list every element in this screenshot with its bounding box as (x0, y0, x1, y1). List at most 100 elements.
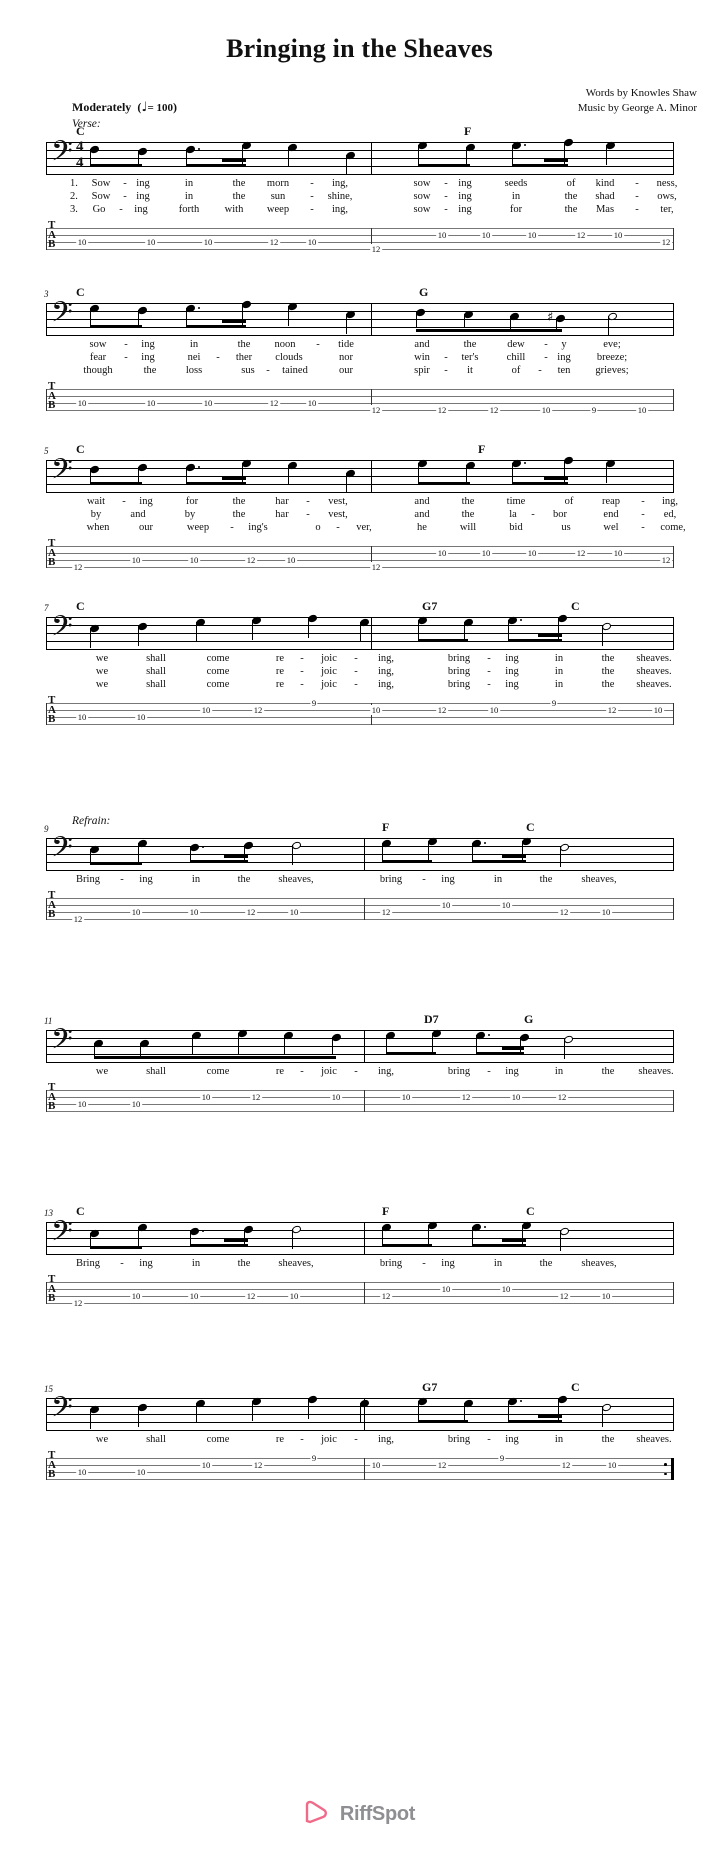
music-system-3: 5 C F 𝄢 wait - ing for the har - vest, and the time of r… (44, 442, 686, 576)
lyric-word: of (511, 365, 521, 376)
music-system-8: 15 G7 C 𝄢 we shall come re - joic - ing, bring - ing in… (44, 1380, 674, 1488)
lyrics-block: we shall come re - joic - ing, bring - ing in the she… (46, 1434, 674, 1458)
tab-fret-number: 12 (560, 1460, 572, 1470)
lyric-word: re (275, 653, 285, 664)
lyric-word: it (467, 365, 473, 376)
tab-fret-number: 12 (460, 1092, 472, 1102)
tab-staff: T A B 12 10 10 12 10 12 10 10 10 12 10 12 (46, 538, 674, 576)
measure-barline (371, 142, 372, 175)
lyric-word: bring (379, 1258, 403, 1269)
tab-staff: T A B 10 10 10 12 9 10 12 10 9 12 10 (46, 695, 674, 733)
lyric-word: 1. (70, 178, 78, 189)
tab-clef-icon: TAB (48, 694, 56, 726)
note-stem (244, 1229, 246, 1247)
lyric-word: re (275, 679, 285, 690)
staff-start-barline (46, 303, 47, 336)
lyric-word: ing (141, 352, 155, 363)
note-stem (472, 843, 474, 863)
tab-fret-number: 12 (370, 244, 382, 254)
tab-fret-number: 10 (202, 237, 214, 247)
note-stem (138, 843, 140, 863)
lyric-word: the (461, 496, 475, 507)
note-beam (418, 164, 470, 168)
lyric-word: ther (235, 352, 253, 363)
lyric-word: we (95, 1434, 109, 1445)
lyric-word: - (316, 339, 320, 350)
tab-fret-number: 10 (440, 900, 452, 910)
tab-fret-number: 10 (130, 555, 142, 565)
tab-clef-icon: TAB (48, 1449, 56, 1481)
lyric-word: for (185, 496, 199, 507)
lyrics-block: we shall come re - joic - ing, bring - ing in the she… (46, 653, 674, 703)
lyric-word: - (310, 204, 314, 215)
lyric-word: ing (139, 496, 153, 507)
credit-music: Music by George A. Minor (577, 102, 697, 114)
note-stem (186, 308, 188, 328)
lyric-word: joic (321, 666, 337, 677)
tab-staff: T A B 10 10 10 12 10 12 12 12 10 9 10 (46, 381, 674, 419)
lyric-word: for (509, 204, 523, 215)
staff-end-barline (673, 460, 674, 493)
lyric-word: come (206, 679, 230, 690)
staff-start-barline (46, 460, 47, 493)
chord-symbol: C (526, 1204, 535, 1218)
lyric-word: we (95, 666, 109, 677)
tab-fret-number: 10 (288, 1291, 300, 1301)
tab-end-barline (673, 389, 674, 411)
lyric-word: - (544, 352, 548, 363)
lyric-word: we (95, 679, 109, 690)
tab-start-barline (46, 546, 47, 568)
note-stem (382, 1227, 384, 1247)
lyric-word: - (216, 352, 220, 363)
lyric-word: ed, (663, 509, 677, 520)
lyric-word: come (206, 1434, 230, 1445)
note-stem (564, 460, 566, 485)
augmentation-dot (520, 1400, 523, 1403)
note-stem (90, 469, 92, 485)
tab-fret-number: 10 (480, 548, 492, 558)
tab-fret-number: 12 (380, 907, 392, 917)
chord-symbol: G (419, 285, 429, 299)
note-stem (466, 465, 468, 485)
tab-fret-number: 9 (310, 1453, 318, 1463)
lyric-word: in (554, 666, 564, 677)
tab-start-barline (46, 898, 47, 920)
lyric-word: the (463, 339, 477, 350)
lyric-word: - (306, 509, 310, 520)
lyric-word: - (531, 509, 535, 520)
staff-end-barline (673, 1030, 674, 1063)
lyric-word: the (232, 191, 246, 202)
lyric-word: ter, (660, 204, 674, 215)
lyric-word: he (417, 522, 427, 533)
tab-clef-icon: TAB (48, 219, 56, 251)
credits: Words by Knowles Shaw Music by George A.… (578, 86, 697, 116)
measure-number: 3 (44, 289, 49, 299)
lyric-word: the (232, 178, 246, 189)
lyric-word: the (237, 1258, 251, 1269)
bass-clef-icon: 𝄢 (51, 1391, 73, 1431)
lyric-word: wel (603, 522, 619, 533)
tab-fret-number: 10 (76, 398, 88, 408)
lyric-word: - (123, 178, 127, 189)
staff-end-barline (673, 142, 674, 175)
note-stem (520, 1037, 522, 1055)
note-stem (190, 847, 192, 863)
tab-fret-number: 10 (440, 1284, 452, 1294)
lyric-word: shall (146, 666, 166, 677)
lyric-word: sheaves, (581, 1258, 617, 1269)
tab-fret-number: 10 (188, 907, 200, 917)
note-stem (464, 622, 466, 642)
tab-fret-number: 10 (500, 1284, 512, 1294)
note-beam (382, 1244, 432, 1248)
lyric-word: with (224, 204, 244, 215)
lyric-word: har (275, 509, 289, 520)
tab-start-barline (46, 1090, 47, 1112)
chord-symbol: C (526, 820, 535, 834)
lyric-word: come, (660, 522, 686, 533)
bass-clef-icon: 𝄢 (51, 1023, 73, 1063)
tab-fret-number: 12 (488, 405, 500, 415)
lyric-word: tide (338, 339, 354, 350)
note-stem (428, 841, 430, 863)
lyric-word: sheaves. (638, 1066, 674, 1077)
lyric-word: ing (458, 191, 472, 202)
